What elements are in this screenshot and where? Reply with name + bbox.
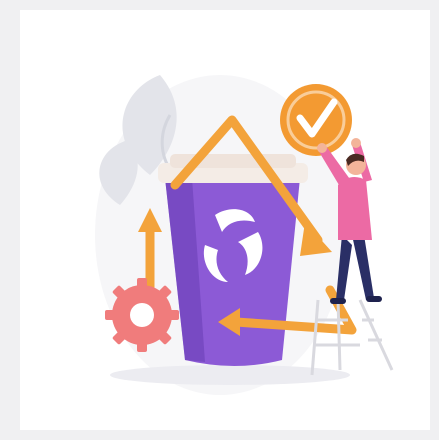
recycling-illustration: [95, 75, 394, 395]
check-icon: [280, 84, 352, 156]
gear-icon: [105, 278, 179, 352]
